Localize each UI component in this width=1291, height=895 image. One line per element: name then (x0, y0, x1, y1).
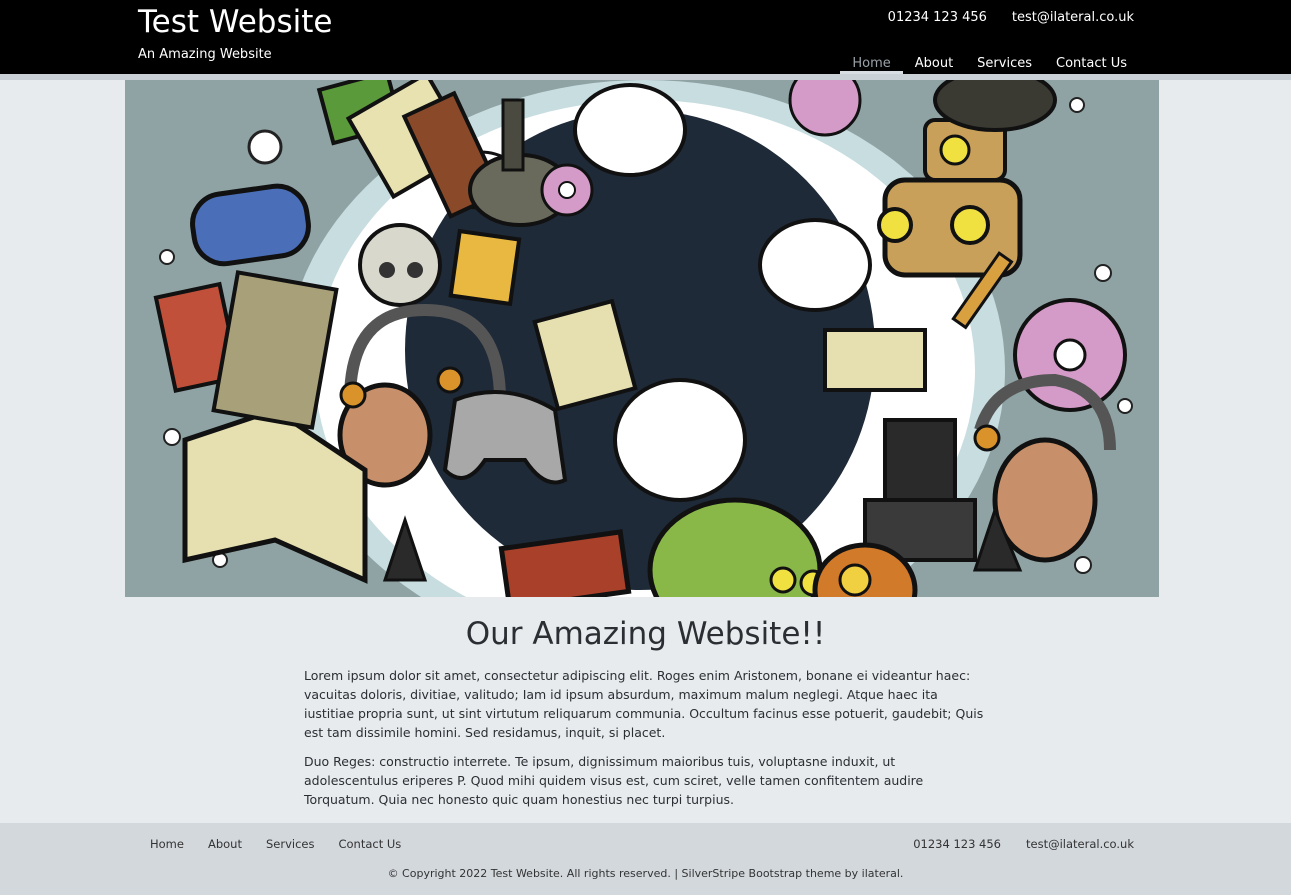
site-footer: Home About Services Contact Us 01234 123… (0, 823, 1291, 895)
footer-nav-home[interactable]: Home (138, 837, 196, 851)
footer-phone[interactable]: 01234 123 456 (913, 837, 1001, 851)
footer-nav-contact-us[interactable]: Contact Us (326, 837, 413, 851)
header-email[interactable]: test@ilateral.co.uk (1012, 10, 1134, 25)
page-heading: Our Amazing Website!! (465, 616, 826, 652)
site-tagline: An Amazing Website (138, 47, 272, 62)
footer-contact: 01234 123 456 test@ilateral.co.uk (913, 837, 1134, 851)
hero-illustration (125, 80, 1159, 597)
copyright-text: © Copyright 2022 Test Website. All right… (387, 867, 904, 880)
nav-item-about[interactable]: About (903, 56, 965, 74)
main-nav: Home About Services Contact Us (840, 56, 1139, 74)
content-paragraph-2: Duo Reges: constructio interrete. Te ips… (304, 754, 924, 807)
header-phone[interactable]: 01234 123 456 (888, 10, 987, 25)
main-content: Our Amazing Website!! Lorem ipsum dolor … (304, 612, 987, 819)
nav-item-contact-us[interactable]: Contact Us (1044, 56, 1139, 74)
header-contact: 01234 123 456 test@ilateral.co.uk (888, 10, 1134, 25)
footer-nav-services[interactable]: Services (254, 837, 327, 851)
site-header: Test Website An Amazing Website 01234 12… (0, 0, 1291, 74)
site-title[interactable]: Test Website (138, 2, 332, 42)
footer-email[interactable]: test@ilateral.co.uk (1026, 837, 1134, 851)
footer-nav-about[interactable]: About (196, 837, 254, 851)
footer-nav: Home About Services Contact Us (138, 837, 413, 851)
nav-item-services[interactable]: Services (965, 56, 1044, 74)
hero-banner-image (125, 80, 1159, 597)
content-paragraph-1: Lorem ipsum dolor sit amet, consectetur … (304, 668, 984, 740)
nav-item-home[interactable]: Home (840, 56, 903, 74)
